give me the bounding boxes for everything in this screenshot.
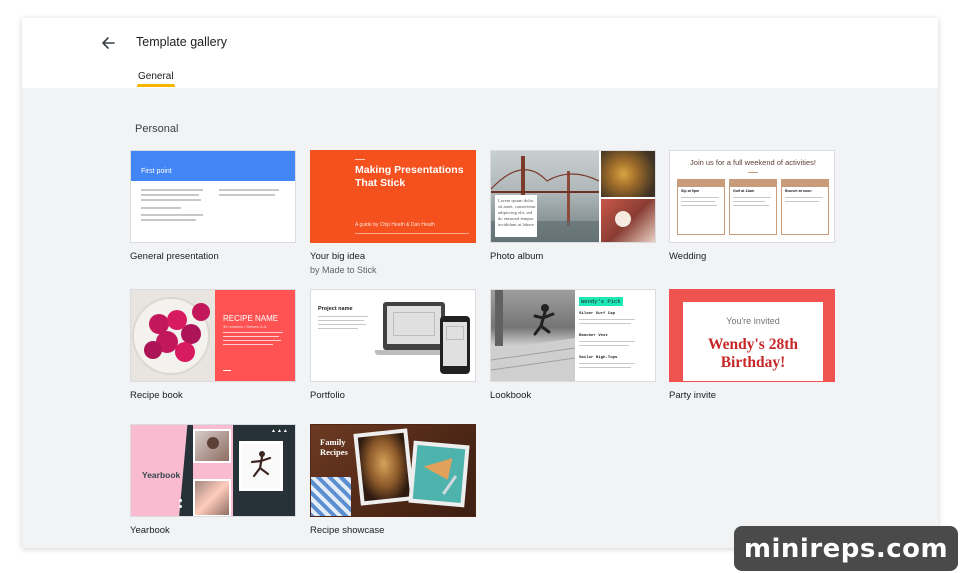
template-name: Party invite [669, 390, 716, 401]
photo-caption-box: Lorem ipsum dolor sit amet, consectetur … [495, 195, 537, 237]
invite-card: You're invited Wendy's 28th Birthday! [683, 302, 823, 381]
template-name: Recipe showcase [310, 525, 385, 536]
thumb-heading: First point [141, 168, 172, 175]
template-name: Yearbook [130, 525, 170, 536]
portrait-photo [193, 429, 231, 463]
skater-photo [491, 290, 576, 381]
template-thumbnail: Making Presentations That Stick A guide … [310, 150, 476, 243]
template-card-recipe-book[interactable]: RECIPE NAME 30 minutes • Serves 4–6 Reci… [130, 289, 296, 401]
template-name: Wedding [669, 251, 707, 262]
thumb-title: Wendy's 28th Birthday! [707, 336, 798, 371]
thumb-header-band [131, 151, 295, 181]
template-card-photo-album[interactable]: Lorem ipsum dolor sit amet, consectetur … [490, 150, 656, 262]
template-card-portfolio[interactable]: Project name Portfolio [310, 289, 476, 401]
template-thumbnail: You're invited Wendy's 28th Birthday! [669, 289, 835, 382]
table-setting-photo [601, 199, 655, 242]
template-name: Your big idea [310, 251, 366, 262]
template-name: Portfolio [310, 390, 345, 401]
phone-illustration [440, 316, 470, 374]
template-name: Lookbook [490, 390, 532, 401]
watermark-logo: minireps.com [734, 526, 958, 571]
decorative-triangles-icon: ▲▲▲ [271, 428, 289, 434]
template-card-party-invite[interactable]: You're invited Wendy's 28th Birthday! Pa… [669, 289, 835, 401]
template-thumbnail: First point [130, 150, 296, 243]
thumb-heading: You're invited [726, 316, 780, 326]
template-thumbnail: Join us for a full weekend of activities… [669, 150, 835, 243]
thumb-caption: A guide by Chip Heath & Dan Heath [355, 222, 435, 228]
thumb-heading: Join us for a full weekend of activities… [690, 158, 816, 167]
template-thumbnail: Family Recipes [310, 424, 476, 517]
checkered-cloth [311, 477, 351, 516]
header-bar: Template gallery General [22, 18, 938, 88]
template-card-wedding[interactable]: Join us for a full weekend of activities… [669, 150, 835, 262]
template-card-your-big-idea[interactable]: Making Presentations That Stick A guide … [310, 150, 476, 275]
template-thumbnail: Yearbook ▲▲▲ [130, 424, 296, 517]
template-name: Recipe book [130, 390, 183, 401]
template-card-yearbook[interactable]: Yearbook ▲▲▲ Yearbook [130, 424, 296, 536]
template-thumbnail: RECIPE NAME 30 minutes • Serves 4–6 [130, 289, 296, 382]
dancer-photo [239, 441, 283, 491]
section-label-personal: Personal [135, 123, 179, 135]
template-gallery-window: Template gallery General Personal First … [22, 18, 938, 548]
group-photo [193, 479, 231, 516]
template-name: General presentation [130, 251, 219, 262]
tab-active-indicator [137, 84, 175, 87]
template-card-recipe-showcase[interactable]: Family Recipes Recipe showcase [310, 424, 476, 536]
template-thumbnail: Project name [310, 289, 476, 382]
template-card-lookbook[interactable]: Wendy's Pick Siloer Surf Cap Rancher Ves… [490, 289, 656, 401]
tab-general[interactable]: General [138, 71, 174, 82]
pastry-photo [408, 440, 470, 508]
page-title: Template gallery [136, 35, 228, 49]
template-thumbnail: Wendy's Pick Siloer Surf Cap Rancher Ves… [490, 289, 656, 382]
arrow-left-icon[interactable] [98, 32, 120, 54]
raspberries-photo [131, 290, 215, 381]
template-subtitle: by Made to Stick [310, 265, 377, 275]
laptop-illustration [383, 302, 445, 350]
thumb-heading: Yearbook [142, 470, 181, 480]
thumb-heading: Wendy's Pick [579, 297, 623, 306]
template-thumbnail: Lorem ipsum dolor sit amet, consectetur … [490, 150, 656, 243]
template-name: Photo album [490, 251, 544, 262]
thumb-heading: Project name [318, 306, 353, 312]
autumn-leaves-photo [601, 151, 655, 197]
thumb-heading: Making Presentations That Stick [355, 164, 464, 189]
thumb-heading: RECIPE NAME [223, 314, 279, 323]
template-card-general-presentation[interactable]: First point General presentation [130, 150, 296, 262]
pie-photo [353, 428, 415, 506]
